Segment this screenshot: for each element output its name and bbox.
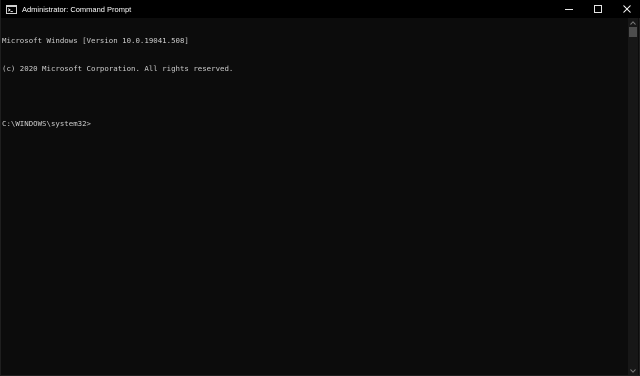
scroll-thumb[interactable] xyxy=(629,27,637,37)
console-prompt[interactable]: C:\WINDOWS\system32> xyxy=(2,119,628,128)
scroll-down-arrow[interactable] xyxy=(628,366,638,375)
console-line-copyright: (c) 2020 Microsoft Corporation. All righ… xyxy=(2,64,234,73)
scroll-down-icon xyxy=(630,368,636,373)
scroll-up-arrow[interactable] xyxy=(628,18,638,27)
scroll-up-icon xyxy=(630,20,636,25)
console-line-version: Microsoft Windows [Version 10.0.19041.50… xyxy=(2,36,189,46)
window-title: Administrator: Command Prompt xyxy=(22,4,132,14)
title-bar[interactable]: Administrator: Command Prompt xyxy=(1,0,640,18)
minimize-button[interactable] xyxy=(554,0,583,18)
close-icon xyxy=(622,5,631,13)
command-prompt-window: Administrator: Command Prompt Microsoft xyxy=(0,0,640,376)
caption-buttons xyxy=(554,0,640,18)
close-button[interactable] xyxy=(612,0,640,18)
cmd-icon xyxy=(6,4,17,14)
minimize-icon xyxy=(564,9,573,10)
vertical-scrollbar[interactable] xyxy=(628,18,638,375)
maximize-button[interactable] xyxy=(583,0,612,18)
console-output[interactable]: Microsoft Windows [Version 10.0.19041.50… xyxy=(2,18,628,375)
console-line-blank xyxy=(2,92,628,101)
maximize-icon xyxy=(593,5,602,13)
